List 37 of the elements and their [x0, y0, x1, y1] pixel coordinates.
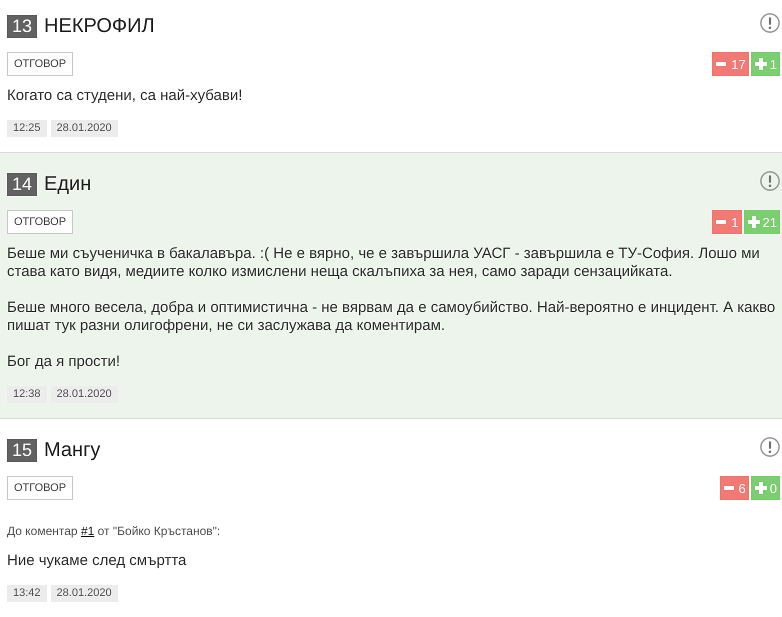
- downvote-button[interactable]: 6: [720, 476, 749, 500]
- comment-number: 13: [7, 15, 38, 38]
- minus-icon: [724, 486, 734, 490]
- plus-icon: [748, 216, 760, 228]
- comment-date: 28.01.2020: [50, 585, 118, 602]
- minus-icon: [716, 220, 726, 224]
- plus-icon: [754, 58, 767, 70]
- comment-text: Ние чукаме след смъртта: [7, 552, 188, 570]
- comment-number: 15: [7, 439, 38, 462]
- reply-button[interactable]: ОТГОВОР: [7, 52, 74, 76]
- alert-icon[interactable]: [760, 171, 780, 191]
- author-name: Един: [44, 173, 92, 196]
- comment-text: Беше ми съученичка в бакалавъра. :( Не е вярно, че е завършила УАСГ - завършила е ТУ-София. Лошо ми става като видя, медиите колко измислени неща скалъпиха за нея, само заради сензацийката.: [7, 245, 761, 281]
- downvote-button[interactable]: 1: [712, 210, 742, 234]
- comment-text: Бог да я прости!: [7, 353, 122, 371]
- minus-icon: [716, 62, 726, 66]
- author-name: Мангу: [44, 439, 100, 462]
- reply-reference: До коментар #1 от "Бойко Кръстанов":: [7, 523, 222, 539]
- upvote-button[interactable]: 0: [750, 476, 780, 500]
- comment-time: 12:38: [7, 386, 47, 403]
- plus-icon: [754, 482, 767, 494]
- comment-time: 12:25: [7, 120, 47, 137]
- comment-time: 13:42: [7, 585, 47, 602]
- comment-date: 28.01.2020: [50, 386, 118, 403]
- comment-date: 28.01.2020: [50, 120, 118, 137]
- comment-link[interactable]: #1: [80, 524, 94, 538]
- upvote-button[interactable]: 21: [744, 210, 780, 234]
- downvote-button[interactable]: 17: [712, 52, 749, 76]
- alert-icon[interactable]: [760, 437, 780, 457]
- reply-button[interactable]: ОТГОВОР: [7, 476, 74, 500]
- comment-text: Беше много весела, добра и оптимистична - не вярвам да е самоубийство. Най-вероятно е инцидент. А какво пишат тук разни олигофрени, не си заслужава да коментирам.: [7, 299, 776, 335]
- comment-number: 14: [7, 173, 38, 196]
- author-name: НЕКРОФИЛ: [44, 15, 155, 38]
- reply-button[interactable]: ОТГОВОР: [7, 210, 74, 234]
- upvote-button[interactable]: 1: [750, 52, 780, 76]
- alert-icon[interactable]: [760, 13, 780, 33]
- comment-text: Когато са студени, са най-хубави!: [7, 87, 244, 105]
